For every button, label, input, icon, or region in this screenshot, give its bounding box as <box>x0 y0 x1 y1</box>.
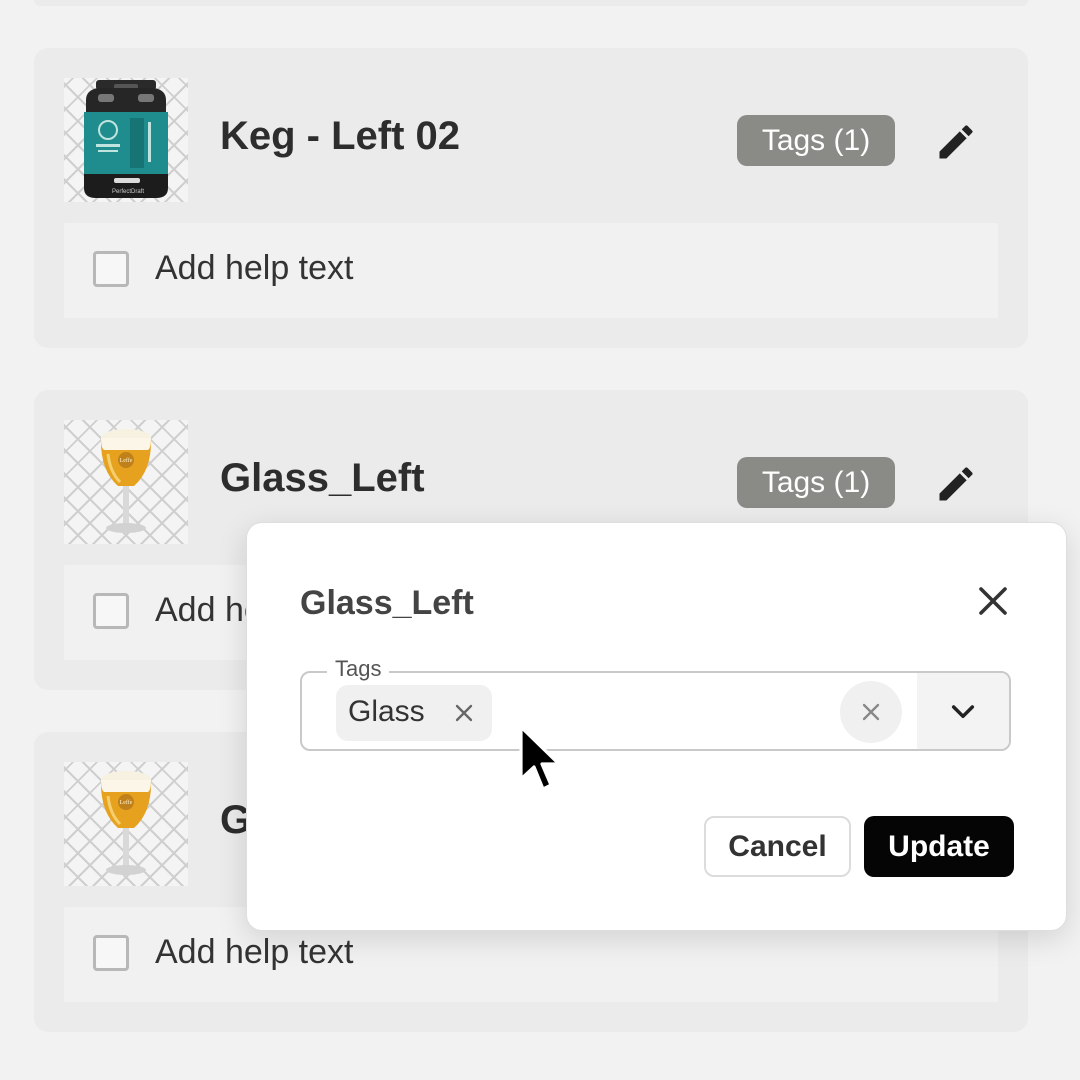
tags-dropdown-toggle[interactable] <box>917 673 1009 749</box>
keg-maker-logo: PerfectDraft <box>112 189 144 195</box>
help-text-checkbox[interactable] <box>93 251 129 287</box>
beer-glass-image: Leffe <box>100 429 152 533</box>
dialog-close-button[interactable] <box>969 577 1017 625</box>
glass-thumbnail: Leffe <box>64 762 188 886</box>
mouse-pointer <box>517 723 565 795</box>
glass-thumbnail: Leffe <box>64 420 188 544</box>
clear-icon <box>862 703 880 721</box>
tag-chip-remove-button[interactable] <box>450 699 478 727</box>
svg-text:Leffe: Leffe <box>120 457 133 464</box>
tags-field-label: Tags <box>327 656 390 682</box>
previous-card-edge <box>34 0 1028 6</box>
help-text-label: Add help text <box>155 249 354 287</box>
edit-tags-dialog: Glass_Left Glass Tags Cancel Update <box>246 522 1067 931</box>
tag-chip-label: Glass <box>348 695 425 728</box>
close-small-icon <box>455 704 473 722</box>
mouse-pointer-icon <box>519 725 561 791</box>
tags-button[interactable]: Tags (1) <box>737 115 895 166</box>
cancel-button[interactable]: Cancel <box>704 816 851 877</box>
help-text-checkbox[interactable] <box>93 593 129 629</box>
dialog-title: Glass_Left <box>300 584 474 622</box>
update-button[interactable]: Update <box>864 816 1014 877</box>
help-text-row: Add help text <box>64 223 998 318</box>
help-text-checkbox[interactable] <box>93 935 129 971</box>
edit-button[interactable] <box>934 462 978 506</box>
item-card-keg: PerfectDraft Keg - Left 02 Tags (1) Add … <box>34 48 1028 348</box>
pencil-icon <box>939 467 973 501</box>
tags-button[interactable]: Tags (1) <box>737 457 895 508</box>
clear-tags-button[interactable] <box>840 681 902 743</box>
close-icon <box>979 587 1007 615</box>
tags-select-field[interactable]: Glass <box>300 671 1011 751</box>
keg-thumbnail: PerfectDraft <box>64 78 188 202</box>
edit-button[interactable] <box>934 120 978 164</box>
chevron-down-icon <box>951 705 975 719</box>
card-title: Keg - Left 02 <box>220 114 461 158</box>
keg-image: PerfectDraft <box>84 80 168 198</box>
tag-chip: Glass <box>336 685 492 741</box>
pencil-icon <box>939 125 973 159</box>
card-title: Glass_Left <box>220 456 425 500</box>
beer-glass-image: Leffe <box>100 771 152 875</box>
svg-text:Leffe: Leffe <box>120 799 133 806</box>
help-text-label: Add help text <box>155 933 354 971</box>
